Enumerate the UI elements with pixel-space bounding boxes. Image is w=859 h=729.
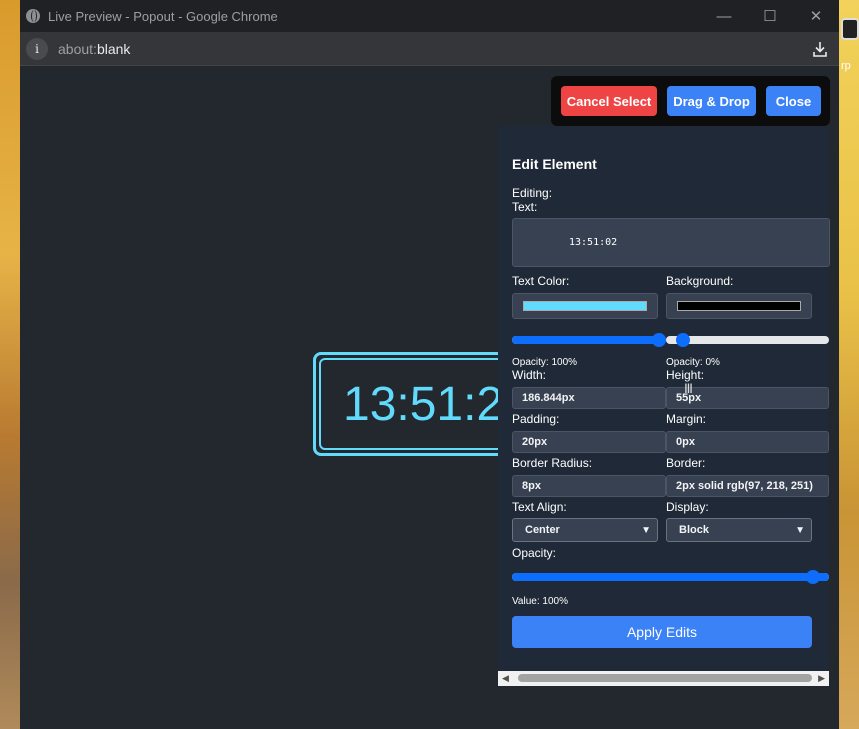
desktop-wallpaper-right: rp: [839, 0, 859, 729]
clock-element[interactable]: 13:51:2: [313, 352, 513, 456]
opacity-thumb[interactable]: [806, 570, 820, 584]
text-opacity-fill: [512, 336, 666, 344]
text-label: Text:: [512, 200, 538, 214]
title-bar: Live Preview - Popout - Google Chrome — …: [20, 0, 839, 32]
browser-window: Live Preview - Popout - Google Chrome — …: [20, 0, 839, 729]
text-cursor-icon: Ⅲ: [684, 381, 693, 396]
text-color-picker[interactable]: [512, 293, 658, 319]
desktop-icon-label: rp: [841, 60, 851, 72]
border-radius-input[interactable]: 8px: [512, 475, 666, 497]
display-label: Display:: [666, 500, 709, 514]
padding-input[interactable]: 20px: [512, 431, 666, 453]
text-textarea[interactable]: 13:51:02: [512, 218, 830, 267]
scroll-right-icon[interactable]: ▶: [818, 673, 825, 684]
text-color-swatch: [523, 301, 647, 311]
width-label: Width:: [512, 368, 547, 382]
border-radius-label: Border Radius:: [512, 456, 593, 470]
editing-label: Editing:: [512, 186, 553, 200]
border-input[interactable]: 2px solid rgb(97, 218, 251): [666, 475, 829, 497]
close-window-icon[interactable]: ✕: [793, 0, 839, 32]
window-title: Live Preview - Popout - Google Chrome: [48, 8, 278, 24]
background-opacity-value: Opacity: 0%: [666, 357, 720, 368]
drag-drop-button[interactable]: Drag & Drop: [667, 86, 756, 116]
opacity-fill: [512, 573, 829, 581]
border-label: Border:: [666, 456, 706, 470]
download-icon[interactable]: [809, 38, 831, 60]
address-bar: i about:blank: [20, 32, 839, 66]
maximize-icon[interactable]: ☐: [747, 0, 793, 32]
text-opacity-thumb[interactable]: [652, 333, 666, 347]
clock-time: 13:51:2: [319, 358, 507, 450]
cancel-select-button[interactable]: Cancel Select: [561, 86, 657, 116]
text-opacity-value: Opacity: 100%: [512, 357, 578, 368]
apply-edits-button[interactable]: Apply Edits: [512, 616, 812, 648]
background-opacity-thumb[interactable]: [676, 333, 690, 347]
scrollbar-thumb[interactable]: [518, 674, 812, 682]
page-viewport: 13:51:2 Cancel Select Drag & Drop Close …: [20, 66, 839, 729]
panel-title: Edit Element: [512, 156, 597, 172]
opacity-label: Opacity:: [512, 546, 557, 560]
margin-input[interactable]: 0px: [666, 431, 829, 453]
text-align-label: Text Align:: [512, 500, 567, 514]
padding-label: Padding:: [512, 412, 560, 426]
desktop-icon[interactable]: [841, 18, 859, 40]
chevron-down-icon: ▼: [795, 525, 805, 536]
background-color-swatch: [677, 301, 801, 311]
desktop-wallpaper-left: [0, 0, 20, 729]
height-label: Height:: [666, 368, 705, 382]
globe-icon: [26, 9, 40, 23]
text-align-value: Center: [525, 524, 560, 536]
url-text[interactable]: about:blank: [58, 41, 809, 57]
display-select[interactable]: Block ▼: [666, 518, 812, 542]
chevron-down-icon: ▼: [641, 525, 651, 536]
minimize-icon[interactable]: —: [701, 0, 747, 32]
text-opacity-slider[interactable]: [512, 333, 666, 347]
background-label: Background:: [666, 274, 734, 288]
background-color-picker[interactable]: [666, 293, 812, 319]
scroll-left-icon[interactable]: ◀: [502, 673, 509, 684]
text-color-label: Text Color:: [512, 274, 570, 288]
margin-label: Margin:: [666, 412, 707, 426]
edit-element-panel: Edit Element Editing: Text: 13:51:02 Tex…: [498, 126, 830, 686]
horizontal-scrollbar[interactable]: ◀ ▶: [498, 671, 829, 686]
close-button[interactable]: Close: [766, 86, 821, 116]
opacity-slider[interactable]: [512, 570, 829, 584]
opacity-value: Value: 100%: [512, 596, 568, 607]
edit-toolbar: Cancel Select Drag & Drop Close: [551, 76, 830, 126]
text-align-select[interactable]: Center ▼: [512, 518, 658, 542]
background-opacity-slider[interactable]: [666, 333, 829, 347]
width-input[interactable]: 186.844px: [512, 387, 666, 409]
display-value: Block: [679, 524, 709, 536]
site-info-icon[interactable]: i: [26, 37, 48, 60]
